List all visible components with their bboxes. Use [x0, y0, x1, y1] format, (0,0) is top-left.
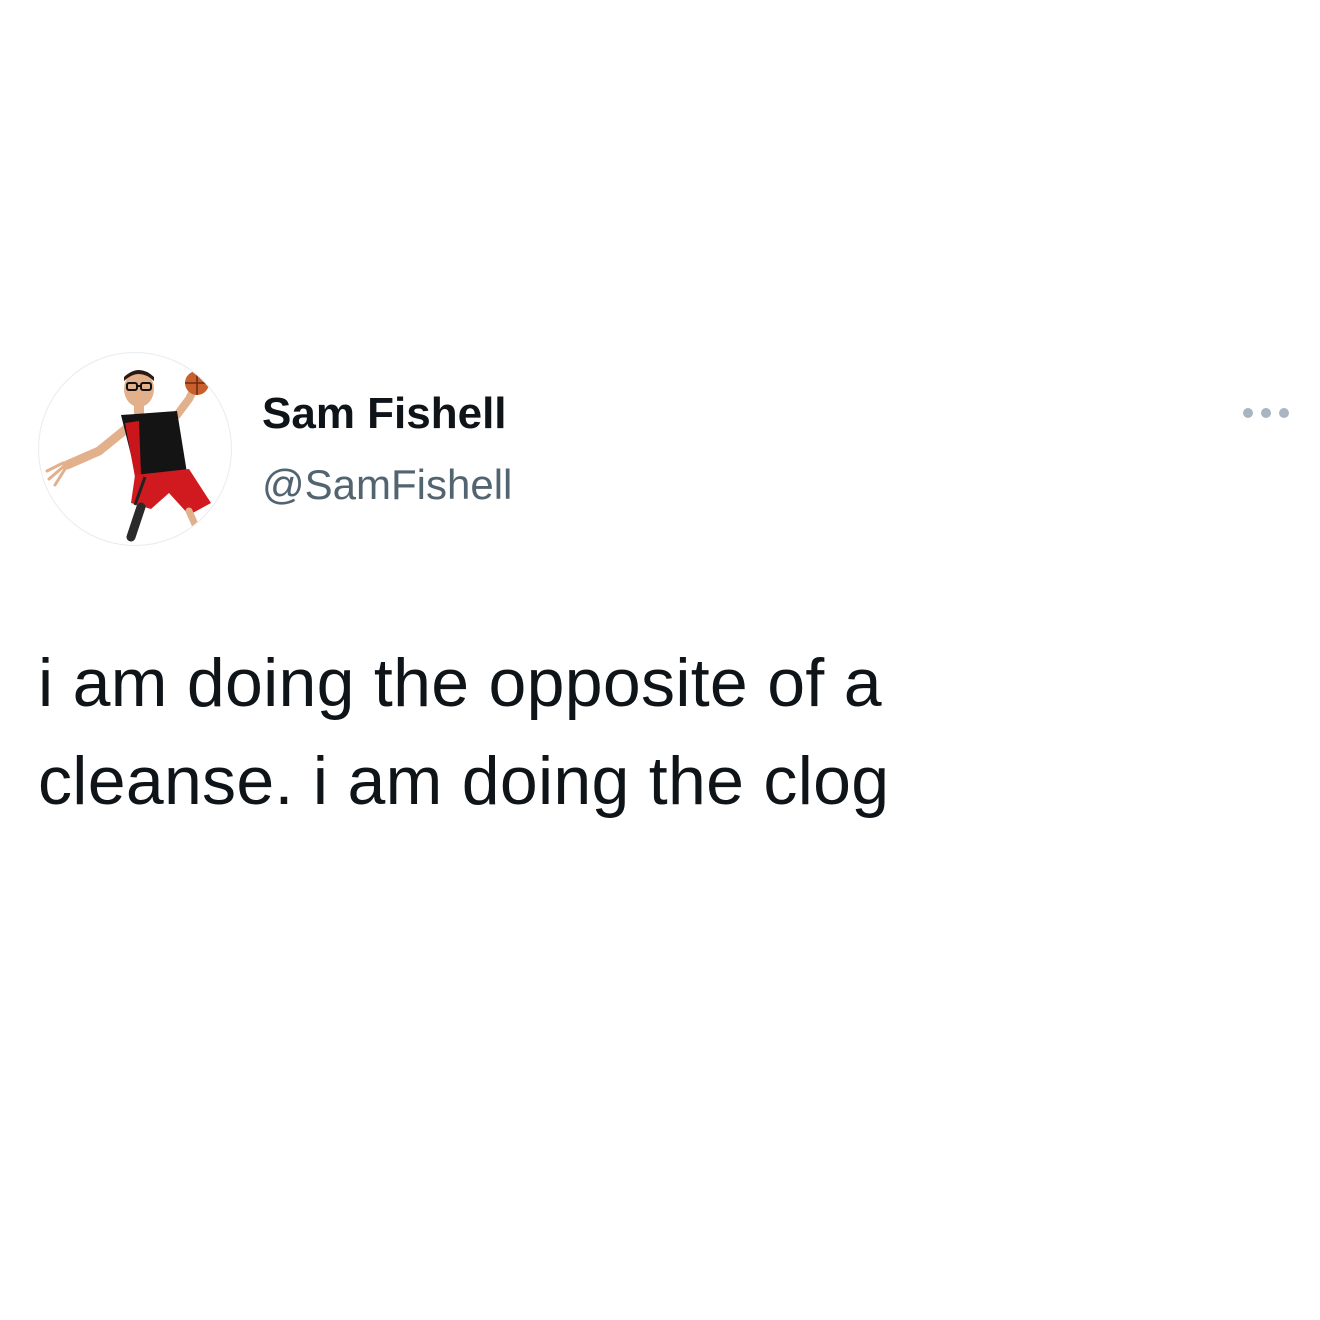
tweet-text-line: cleanse. i am doing the clog — [38, 743, 890, 819]
tweet-text: i am doing the opposite of a cleanse. i … — [38, 634, 1238, 830]
display-name[interactable]: Sam Fishell — [262, 386, 507, 442]
tweet-card: Sam Fishell @SamFishell i am doing the o… — [0, 0, 1320, 1320]
more-horizontal-icon — [1243, 408, 1289, 418]
avatar[interactable] — [38, 352, 232, 546]
tweet-text-line: i am doing the opposite of a — [38, 645, 882, 721]
user-handle[interactable]: @SamFishell — [262, 458, 512, 512]
avatar-photo-icon — [45, 370, 211, 542]
more-options-button[interactable] — [1234, 398, 1298, 428]
